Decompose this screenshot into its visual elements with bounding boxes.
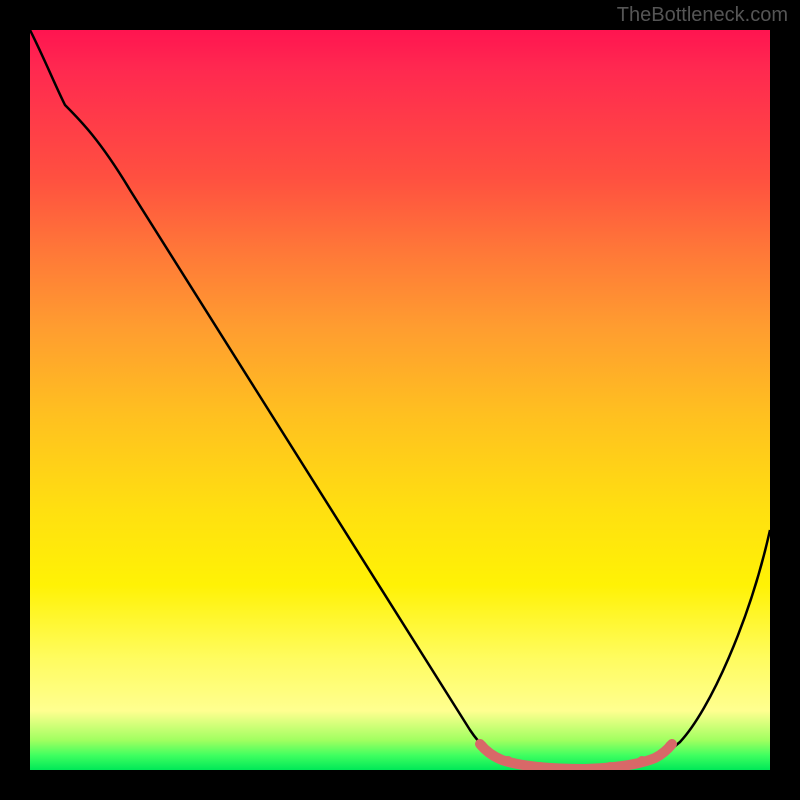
chart-svg <box>30 30 770 770</box>
optimal-marker-dot <box>477 741 487 751</box>
chart-plot-area <box>30 30 770 770</box>
optimal-marker-dot <box>503 756 513 766</box>
optimal-marker-dot <box>637 756 647 766</box>
bottleneck-curve-line <box>30 30 770 768</box>
watermark-text: TheBottleneck.com <box>617 4 788 27</box>
optimal-marker-dot <box>665 741 675 751</box>
